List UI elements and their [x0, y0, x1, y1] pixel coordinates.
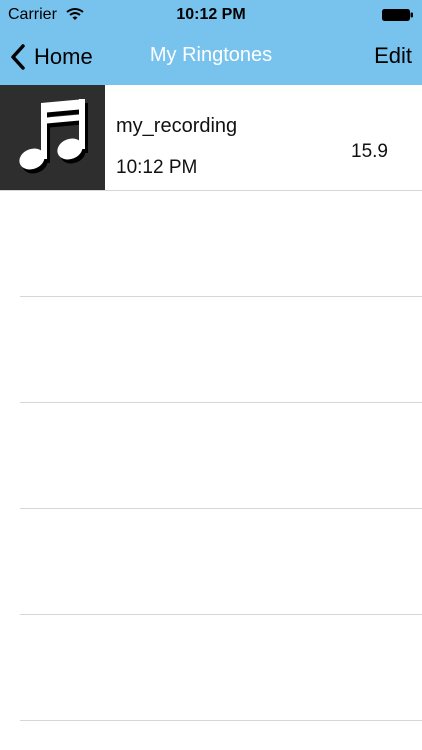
status-time: 10:12 PM [176, 6, 246, 23]
ringtone-value: 15.9 [351, 141, 388, 162]
empty-row [20, 191, 422, 297]
edit-button[interactable]: Edit [374, 43, 412, 69]
empty-row [20, 297, 422, 403]
status-bar: Carrier 10:12 PM [0, 0, 422, 30]
empty-row [20, 403, 422, 509]
empty-row [20, 615, 422, 721]
ringtone-row[interactable]: my_recording 10:12 PM 15.9 [0, 85, 422, 191]
ringtone-list: my_recording 10:12 PM 15.9 [0, 85, 422, 721]
empty-row [20, 509, 422, 615]
ringtone-time: 10:12 PM [116, 157, 198, 178]
battery-icon [382, 9, 413, 21]
header: Carrier 10:12 PM Home My Ringtones Edit [0, 0, 422, 85]
ringtone-thumbnail [0, 85, 105, 190]
ringtone-name: my_recording [116, 115, 238, 137]
music-note-icon [19, 99, 88, 174]
page-title: My Ringtones [149, 44, 273, 66]
nav-bar: Home My Ringtones Edit [0, 30, 422, 85]
